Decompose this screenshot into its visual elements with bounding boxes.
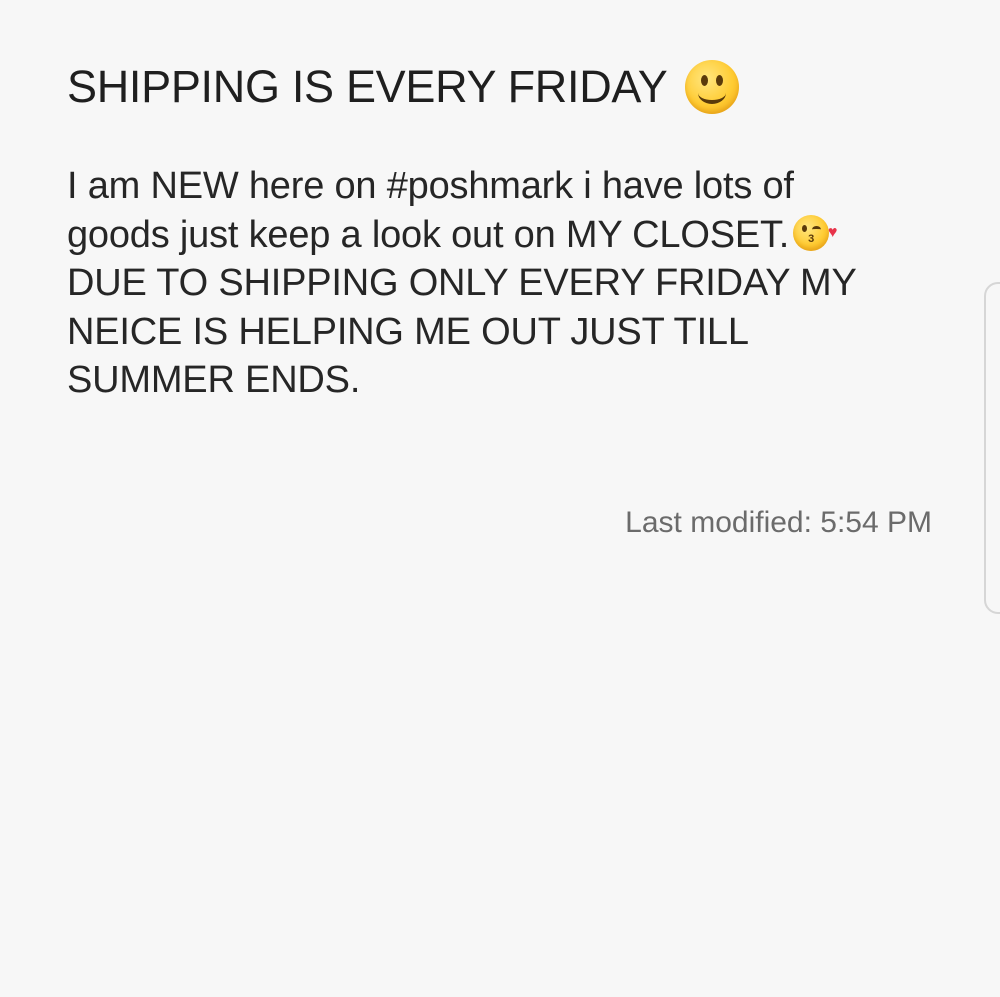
kiss-face-icon: 3 ♥ xyxy=(793,214,837,251)
note-body-line: SUMMER ENDS. xyxy=(67,359,361,401)
note-body-line-text: goods just keep a look out on MY CLOSET. xyxy=(67,213,790,256)
last-modified-label: Last modified: 5:54 PM xyxy=(625,506,932,539)
note-title[interactable]: SHIPPING IS EVERY FRIDAY xyxy=(67,61,668,113)
note-body-line: DUE TO SHIPPING ONLY EVERY FRIDAY MY xyxy=(67,262,857,304)
note-body[interactable]: I am NEW here on #poshmark i have lots o… xyxy=(67,162,947,405)
note-body-line: I am NEW here on #poshmark i have lots o… xyxy=(67,165,794,207)
note-title-row: SHIPPING IS EVERY FRIDAY xyxy=(67,52,947,122)
note-view: SHIPPING IS EVERY FRIDAY I am NEW here o… xyxy=(67,52,947,405)
note-body-line: goods just keep a look out on MY CLOSET.… xyxy=(67,211,947,260)
scroll-handle[interactable] xyxy=(984,282,1000,614)
smiling-face-icon xyxy=(685,60,740,114)
note-body-line: NEICE IS HELPING ME OUT JUST TILL xyxy=(67,310,749,353)
